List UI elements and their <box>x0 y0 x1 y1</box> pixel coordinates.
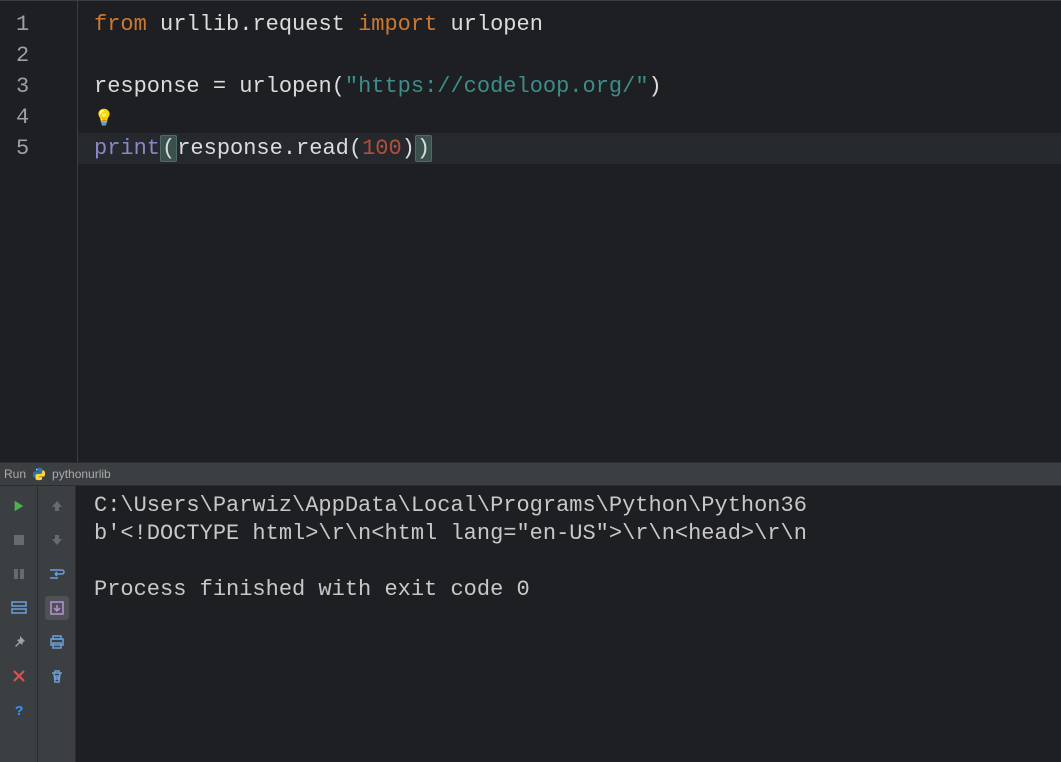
print-button[interactable] <box>45 630 69 654</box>
run-tool-window-header[interactable]: Run pythonurlib <box>0 462 1061 486</box>
run-console-panel: ? C:\Users\Parwiz\AppData\Local\Programs… <box>0 486 1061 762</box>
intention-bulb-icon[interactable]: 💡 <box>94 104 114 135</box>
line-number: 1 <box>16 9 77 40</box>
line-number: 2 <box>16 40 77 71</box>
line-number-gutter: 1 2 3 4 5 <box>0 1 78 462</box>
layout-button[interactable] <box>7 596 31 620</box>
clear-all-button[interactable] <box>45 664 69 688</box>
scroll-to-end-button[interactable] <box>45 596 69 620</box>
rerun-button[interactable] <box>7 494 31 518</box>
line-number: 3 <box>16 71 77 102</box>
console-line: Process finished with exit code 0 <box>94 577 530 602</box>
run-config-name[interactable]: pythonurlib <box>52 467 111 481</box>
svg-text:?: ? <box>15 704 23 717</box>
code-line-1[interactable]: from urllib.request import urlopen <box>94 9 1061 40</box>
pin-button[interactable] <box>7 630 31 654</box>
run-toolbar-right <box>38 486 76 762</box>
pause-button[interactable] <box>7 562 31 586</box>
help-button[interactable]: ? <box>7 698 31 722</box>
python-icon <box>32 467 46 481</box>
run-toolbar-left: ? <box>0 486 38 762</box>
console-line: b'<!DOCTYPE html>\r\n<html lang="en-US">… <box>94 521 807 546</box>
console-output[interactable]: C:\Users\Parwiz\AppData\Local\Programs\P… <box>76 486 1061 762</box>
arrow-up-button[interactable] <box>45 494 69 518</box>
code-editor[interactable]: 1 2 3 4 5 from urllib.request import url… <box>0 0 1061 462</box>
close-button[interactable] <box>7 664 31 688</box>
console-line: C:\Users\Parwiz\AppData\Local\Programs\P… <box>94 493 807 518</box>
code-line-4[interactable]: 💡 <box>94 102 1061 133</box>
line-number: 4 <box>16 102 77 133</box>
arrow-down-button[interactable] <box>45 528 69 552</box>
stop-button[interactable] <box>7 528 31 552</box>
code-line-2[interactable] <box>94 40 1061 71</box>
line-number: 5 <box>16 133 77 164</box>
run-label: Run <box>4 467 26 481</box>
code-area[interactable]: from urllib.request import urlopen respo… <box>78 1 1061 462</box>
code-line-3[interactable]: response = urlopen("https://codeloop.org… <box>94 71 1061 102</box>
soft-wrap-button[interactable] <box>45 562 69 586</box>
